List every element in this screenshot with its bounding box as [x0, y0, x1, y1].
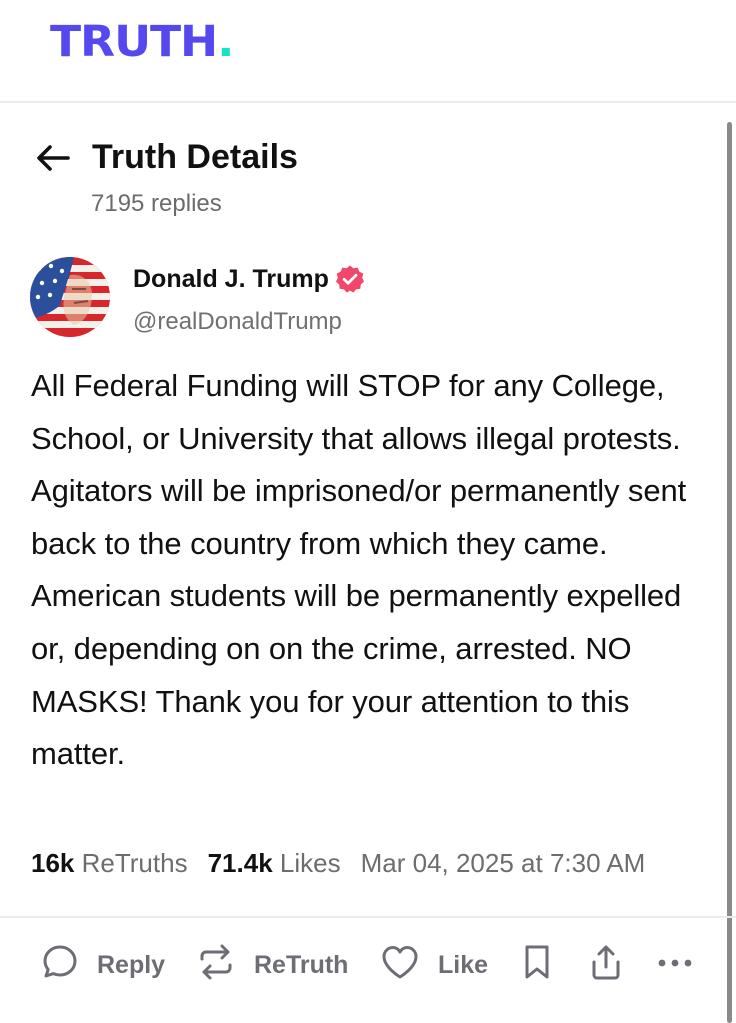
logo-dot: . — [217, 17, 234, 67]
divider — [0, 916, 736, 918]
retruth-button[interactable]: ReTruth — [196, 940, 348, 990]
top-bar: TRUTH. — [0, 0, 736, 103]
reply-label: Reply — [97, 950, 166, 979]
retruths-stat[interactable]: 16k ReTruths — [31, 848, 188, 878]
verified-badge-icon — [335, 264, 365, 294]
replies-count[interactable]: 7195 replies — [91, 190, 222, 218]
scrollbar[interactable] — [727, 122, 732, 1023]
back-arrow-icon[interactable] — [34, 142, 72, 174]
share-icon — [589, 942, 623, 989]
retruth-label: ReTruth — [254, 950, 349, 979]
retruths-label: ReTruths — [81, 848, 188, 878]
author-name[interactable]: Donald J. Trump — [133, 265, 329, 294]
retruth-icon — [196, 943, 236, 988]
more-dots-icon — [656, 951, 696, 980]
action-bar: Reply ReTruth Like — [0, 940, 736, 992]
post-timestamp: Mar 04, 2025 at 7:30 AM — [360, 848, 646, 878]
reply-button[interactable]: Reply — [41, 940, 165, 990]
page-title: Truth Details — [92, 138, 298, 176]
like-label: Like — [438, 950, 489, 979]
share-button[interactable] — [589, 940, 623, 990]
logo-text: TRUTH — [50, 17, 218, 67]
post-body: All Federal Funding will STOP for any Co… — [31, 368, 687, 772]
post-stats: 16k ReTruths 71.4k Likes Mar 04, 2025 at 7… — [31, 848, 645, 879]
truth-logo[interactable]: TRUTH. — [50, 17, 234, 67]
likes-label: Likes — [279, 848, 341, 878]
like-button[interactable]: Like — [380, 940, 488, 990]
likes-stat[interactable]: 71.4k Likes — [208, 848, 341, 878]
reply-icon — [41, 943, 79, 988]
retruths-count: 16k — [31, 848, 75, 878]
author-handle[interactable]: @realDonaldTrump — [133, 308, 342, 336]
bookmark-icon — [522, 942, 552, 989]
avatar[interactable] — [30, 257, 110, 337]
likes-count: 71.4k — [207, 848, 273, 878]
bookmark-button[interactable] — [522, 940, 552, 990]
heart-icon — [380, 943, 420, 988]
more-options-button[interactable] — [656, 940, 696, 990]
post-author: Donald J. Trump @realDonaldTrump — [133, 264, 365, 335]
